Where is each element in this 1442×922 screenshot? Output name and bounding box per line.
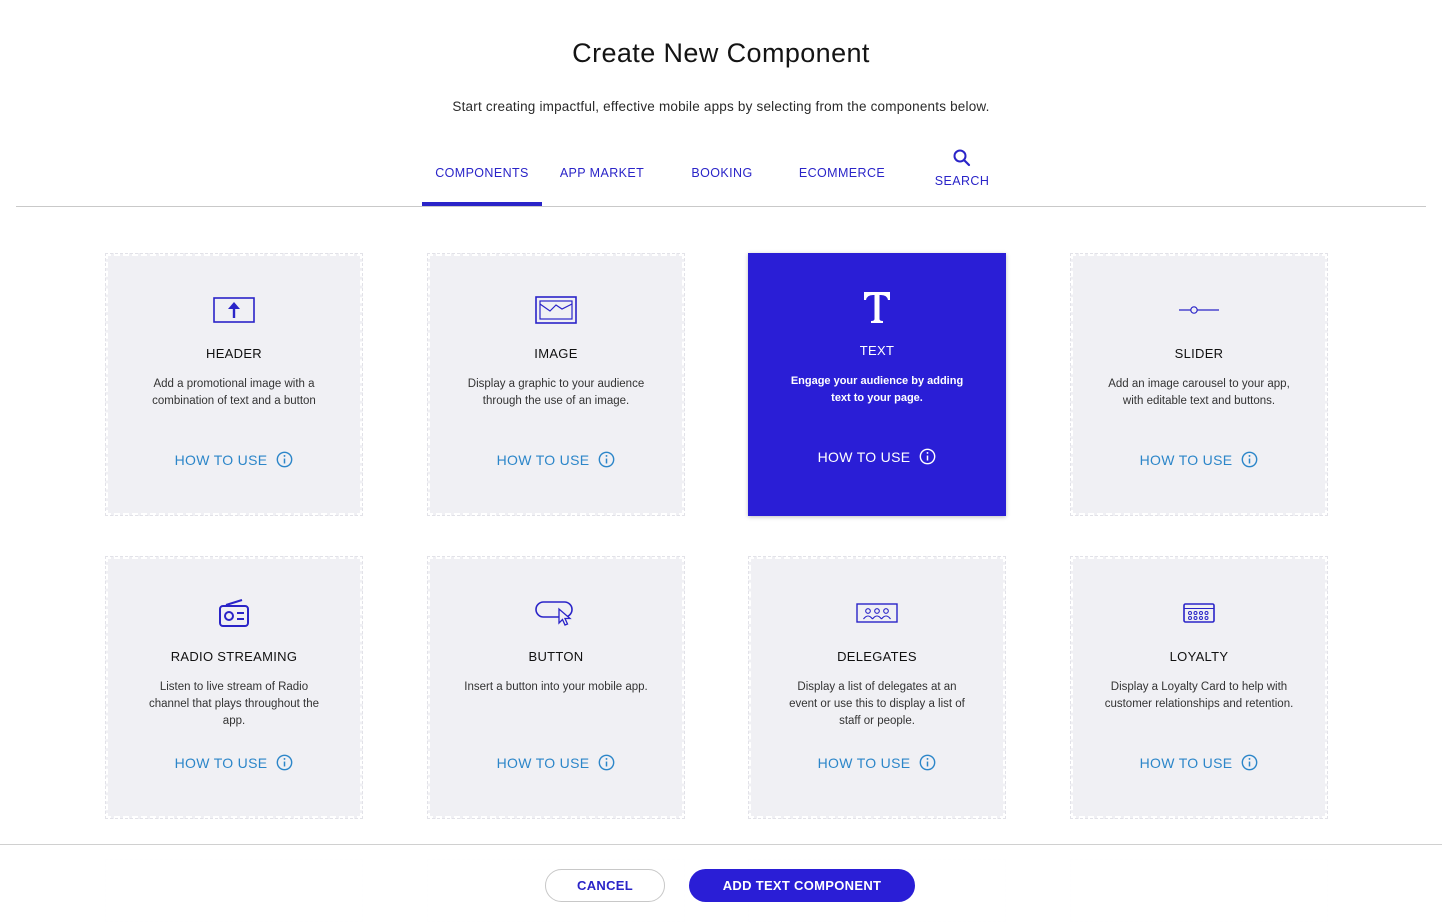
component-name: RADIO STREAMING <box>170 649 298 664</box>
tab-label: BOOKING <box>691 166 753 180</box>
how-to-use-link[interactable]: HOW TO USE <box>430 754 682 771</box>
how-to-use-label: HOW TO USE <box>174 451 268 468</box>
info-icon <box>276 451 293 468</box>
info-icon <box>276 754 293 771</box>
component-description: Display a Loyalty Card to help with cust… <box>1104 681 1294 710</box>
how-to-use-link[interactable]: HOW TO USE <box>430 451 682 468</box>
component-description: Insert a button into your mobile app. <box>464 681 648 693</box>
component-name: LOYALTY <box>1169 649 1229 664</box>
tab-label: COMPONENTS <box>435 166 529 180</box>
info-icon <box>1241 451 1258 468</box>
component-card-image[interactable]: IMAGE Display a graphic to your audience… <box>427 253 685 516</box>
tab-components[interactable]: COMPONENTS <box>422 140 542 206</box>
radio-icon <box>218 597 250 629</box>
how-to-use-link[interactable]: HOW TO USE <box>108 754 360 771</box>
how-to-use-label: HOW TO USE <box>1139 451 1233 468</box>
component-description: Add an image carousel to your app, with … <box>1108 378 1290 407</box>
action-footer: CANCEL ADD TEXT COMPONENT <box>0 844 1442 922</box>
component-name: SLIDER <box>1174 346 1224 361</box>
component-card-text[interactable]: TEXT Engage your audience by adding text… <box>748 253 1006 516</box>
text-icon <box>862 291 892 323</box>
add-component-button[interactable]: ADD TEXT COMPONENT <box>689 869 915 902</box>
info-icon <box>919 448 936 465</box>
slider-icon <box>1178 294 1220 326</box>
how-to-use-label: HOW TO USE <box>174 754 268 771</box>
tabs-divider <box>16 206 1426 207</box>
component-card-delegates[interactable]: DELEGATES Display a list of delegates at… <box>748 556 1006 819</box>
component-name: BUTTON <box>528 649 584 664</box>
info-icon <box>598 451 615 468</box>
cancel-button[interactable]: CANCEL <box>545 869 665 902</box>
tab-label: SEARCH <box>934 174 990 188</box>
tab-app-market[interactable]: APP MARKET <box>542 140 662 206</box>
search-icon <box>953 149 971 167</box>
how-to-use-link[interactable]: HOW TO USE <box>108 451 360 468</box>
component-card-header[interactable]: HEADER Add a promotional image with a co… <box>105 253 363 516</box>
component-name: DELEGATES <box>837 649 917 664</box>
info-icon <box>598 754 615 771</box>
how-to-use-label: HOW TO USE <box>496 451 590 468</box>
tab-booking[interactable]: BOOKING <box>662 140 782 206</box>
how-to-use-link[interactable]: HOW TO USE <box>1073 451 1325 468</box>
component-name: TEXT <box>859 343 895 358</box>
component-description: Add a promotional image with a combinati… <box>152 378 316 407</box>
delegates-icon <box>856 597 898 629</box>
component-name: IMAGE <box>534 346 578 361</box>
component-name: HEADER <box>206 346 262 361</box>
tab-search[interactable]: SEARCH <box>902 140 1022 206</box>
component-card-radio-streaming[interactable]: RADIO STREAMING Listen to live stream of… <box>105 556 363 819</box>
loyalty-icon <box>1183 597 1215 629</box>
component-description: Display a graphic to your audience throu… <box>467 378 645 407</box>
component-description: Engage your audience by adding text to y… <box>790 375 964 404</box>
how-to-use-label: HOW TO USE <box>817 448 911 465</box>
component-card-loyalty[interactable]: LOYALTY Display a Loyalty Card to help w… <box>1070 556 1328 819</box>
how-to-use-link[interactable]: HOW TO USE <box>751 754 1003 771</box>
how-to-use-link[interactable]: HOW TO USE <box>748 448 1006 465</box>
how-to-use-label: HOW TO USE <box>817 754 911 771</box>
component-card-button[interactable]: BUTTON Insert a button into your mobile … <box>427 556 685 819</box>
component-description: Display a list of delegates at an event … <box>789 681 965 727</box>
component-description: Listen to live stream of Radio channel t… <box>148 681 320 727</box>
component-card-slider[interactable]: SLIDER Add an image carousel to your app… <box>1070 253 1328 516</box>
tab-ecommerce[interactable]: ECOMMERCE <box>782 140 902 206</box>
page-subtitle: Start creating impactful, effective mobi… <box>452 99 990 114</box>
info-icon <box>919 754 936 771</box>
how-to-use-link[interactable]: HOW TO USE <box>1073 754 1325 771</box>
page-title: Create New Component <box>572 38 870 68</box>
tab-label: APP MARKET <box>559 166 645 180</box>
how-to-use-label: HOW TO USE <box>496 754 590 771</box>
button-icon <box>535 597 577 629</box>
how-to-use-label: HOW TO USE <box>1139 754 1233 771</box>
header-icon <box>213 294 255 326</box>
tab-label: ECOMMERCE <box>798 166 886 180</box>
image-icon <box>535 294 577 326</box>
category-tabs: COMPONENTS APP MARKET BOOKING ECOMMERCE … <box>422 140 1022 206</box>
info-icon <box>1241 754 1258 771</box>
